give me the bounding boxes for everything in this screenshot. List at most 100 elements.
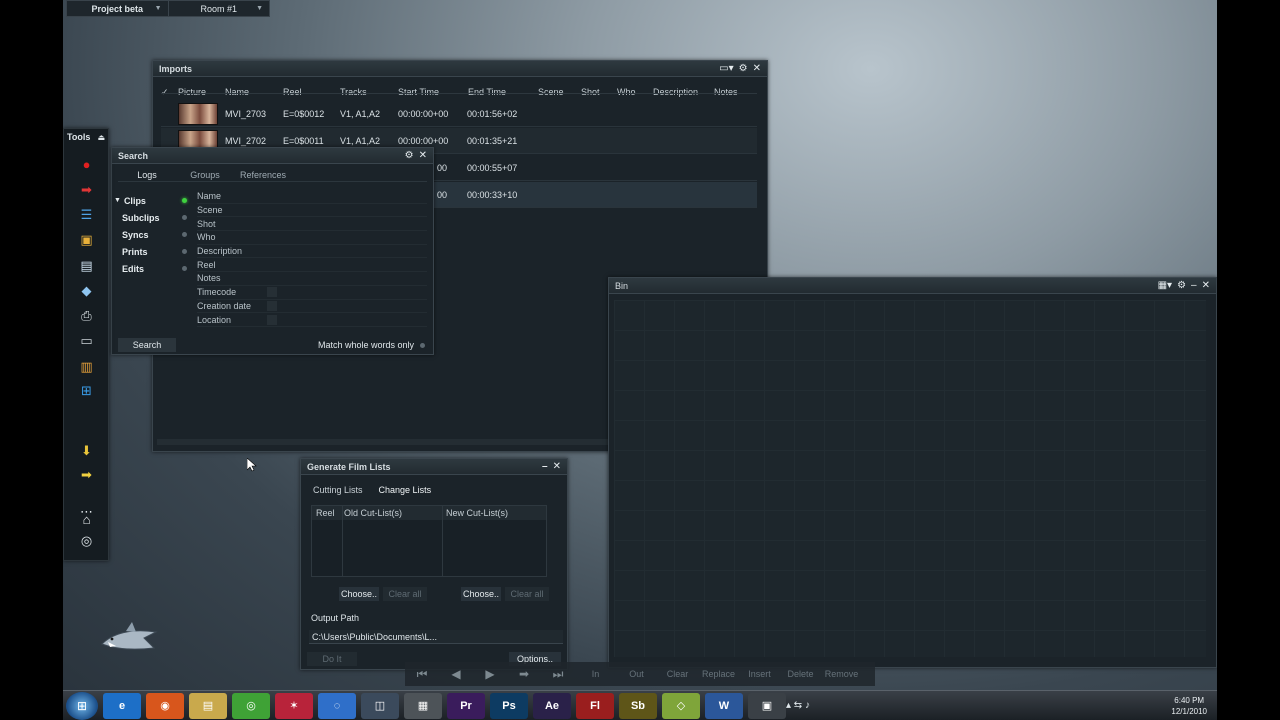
room-selector[interactable]: Room #1 ▼ [169,1,270,16]
bin-folder-icon[interactable]: ▣ [76,232,97,248]
taskbar-app-button[interactable]: Sb [619,692,657,719]
color-bars-icon[interactable]: ▥ [76,359,97,375]
home-icon[interactable]: ⌂ [76,511,97,527]
step-forward-icon[interactable]: ➡ [507,667,541,681]
imports-titlebar[interactable]: Imports ▭▾ ⚙ ✕ [153,61,767,77]
tray-icons[interactable]: ▴ ⇆ ♪ [786,700,810,711]
step-back-icon[interactable]: ◀ [439,667,473,681]
field-shot[interactable]: Shot [197,217,427,232]
remove-button[interactable]: Remove [821,669,862,679]
project-selector[interactable]: Project beta ▼ [67,1,169,16]
cut-list-table[interactable]: Reel Old Cut-List(s) New Cut-List(s) [311,505,547,577]
do-it-button[interactable]: Do It [307,652,357,666]
close-icon[interactable]: ✕ [419,150,427,161]
view-mode-icon[interactable]: ▦▾ [1158,280,1172,291]
clear-new-button[interactable]: Clear all [505,587,549,601]
taskbar-app-button[interactable]: ▣ [748,692,786,719]
tab-groups[interactable]: Groups [176,170,234,180]
taskbar-app-button[interactable]: ◫ [361,692,399,719]
category-edits[interactable]: Edits [122,260,192,277]
field-name[interactable]: Name [197,190,427,204]
bin-content-area[interactable] [614,300,1206,657]
taskbar-app-button[interactable]: ▦ [404,692,442,719]
field-description[interactable]: Description [197,245,427,259]
grid-view-icon[interactable]: ▤ [76,258,97,274]
insert-button[interactable]: Insert [739,669,780,679]
delete-button[interactable]: Delete [780,669,821,679]
timecode-checkbox[interactable] [267,287,277,298]
close-icon[interactable]: ✕ [553,461,561,472]
import-arrow-icon[interactable]: ➡ [76,182,97,198]
tools-titlebar[interactable]: Tools ⏏ [64,129,108,145]
download-icon[interactable]: ⬇ [76,443,97,459]
pin-icon[interactable]: ⏏ [97,133,105,142]
minimize-icon[interactable]: – [1191,280,1197,291]
field-timecode[interactable]: Timecode [197,286,427,300]
output-path-field[interactable]: C:\Users\Public\Documents\L... [309,630,563,644]
creation-date-checkbox[interactable] [267,300,277,311]
field-who[interactable]: Who [197,231,427,245]
gfl-titlebar[interactable]: Generate Film Lists – ✕ [301,459,567,475]
category-label: Subclips [122,212,160,223]
close-icon[interactable]: ✕ [753,63,761,74]
clear-old-button[interactable]: Clear all [383,587,427,601]
taskbar-app-button[interactable]: Ps [490,692,528,719]
category-prints[interactable]: Prints [122,243,192,260]
tab-cutting-lists[interactable]: Cutting Lists [313,485,363,495]
field-reel[interactable]: Reel [197,258,427,273]
field-location[interactable]: Location [197,313,427,327]
choose-old-button[interactable]: Choose.. [339,587,379,601]
taskbar-app-button[interactable]: Ae [533,692,571,719]
skip-back-icon[interactable]: ⏮ [405,667,439,682]
tab-logs[interactable]: Logs [118,170,176,180]
start-button[interactable]: ⊞ [66,691,98,720]
printer-icon[interactable]: ⎙ [76,308,97,324]
settings-icon[interactable]: ⚙ [1177,280,1186,291]
tab-change-lists[interactable]: Change Lists [379,485,432,495]
device-icon[interactable]: ▭ [76,333,97,349]
calculator-icon[interactable]: ⊞ [76,383,97,399]
category-syncs[interactable]: Syncs [122,226,192,243]
clear-button[interactable]: Clear [657,669,698,679]
choose-new-button[interactable]: Choose.. [461,587,501,601]
gfl-tabs: Cutting Lists Change Lists [313,483,555,497]
system-clock[interactable]: 6:40 PM 12/1/2010 [1171,695,1207,717]
close-icon[interactable]: ✕ [1202,280,1210,291]
taskbar-app-button[interactable]: ◌ [318,692,356,719]
export-arrow-icon[interactable]: ➡ [76,467,97,483]
taskbar-app-button[interactable]: ◎ [232,692,270,719]
taskbar-app-button[interactable]: e [103,692,141,719]
view-mode-icon[interactable]: ▭▾ [719,63,733,74]
field-creation-date[interactable]: Creation date [197,300,427,314]
fingerprint-icon[interactable]: ◎ [76,533,97,549]
list-view-icon[interactable]: ☰ [76,207,97,223]
in-button[interactable]: In [575,669,616,679]
search-button[interactable]: Search [118,338,176,352]
taskbar-app-button[interactable]: ◉ [146,692,184,719]
replace-button[interactable]: Replace [698,669,739,679]
taskbar-app-button[interactable]: W [705,692,743,719]
settings-icon[interactable]: ⚙ [739,63,748,74]
location-checkbox[interactable] [267,314,277,325]
taskbar-app-button[interactable]: ◇ [662,692,700,719]
play-icon[interactable]: ▶ [473,667,507,681]
taskbar-app-button[interactable]: Pr [447,692,485,719]
match-whole-words-toggle[interactable]: Match whole words only [318,340,425,350]
cube-icon[interactable]: ◆ [76,283,97,299]
taskbar-app-button[interactable]: ✶ [275,692,313,719]
taskbar-app-button[interactable]: ▤ [189,692,227,719]
category-clips[interactable]: ▼ Clips [114,192,192,209]
field-scene[interactable]: Scene [197,204,427,218]
category-subclips[interactable]: Subclips [122,209,192,226]
record-icon[interactable]: ● [76,156,97,172]
field-notes[interactable]: Notes [197,272,427,286]
search-titlebar[interactable]: Search ⚙ ✕ [112,148,433,164]
skip-forward-icon[interactable]: ⏭ [541,667,575,682]
taskbar-app-button[interactable]: Fl [576,692,614,719]
tab-references[interactable]: References [234,170,292,180]
settings-icon[interactable]: ⚙ [405,150,414,161]
bin-titlebar[interactable]: Bin ▦▾ ⚙ – ✕ [609,278,1216,294]
minimize-icon[interactable]: – [542,461,548,472]
out-button[interactable]: Out [616,669,657,679]
table-row[interactable]: MVI_2703 E=0$0012 V1, A1,A2 00:00:00+00 … [161,101,757,127]
